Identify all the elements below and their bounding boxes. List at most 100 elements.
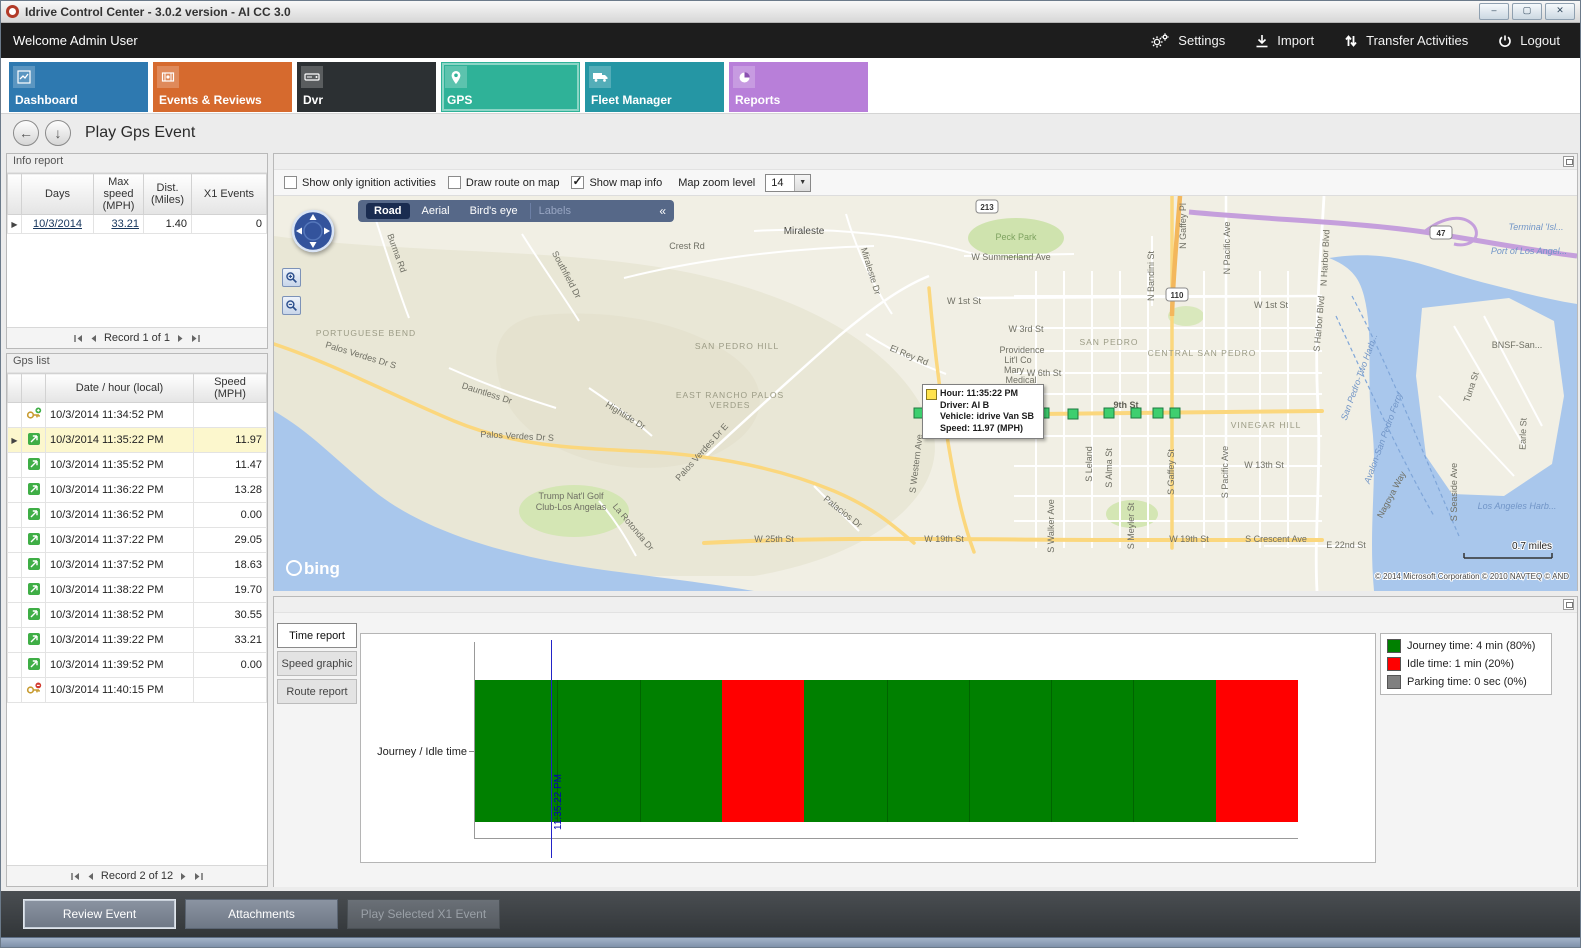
gps-list-row[interactable]: 10/3/2014 11:34:52 PM (8, 403, 267, 428)
gps-date-cell: 10/3/2014 11:37:52 PM (46, 553, 194, 578)
nav-tab-gps[interactable]: GPS (441, 62, 580, 112)
gps-point-marker[interactable] (1170, 408, 1180, 418)
close-button[interactable]: ✕ (1545, 3, 1575, 20)
window-controls: – ▢ ✕ (1479, 3, 1575, 20)
gps-list-row[interactable]: 10/3/2014 11:36:52 PM0.00 (8, 503, 267, 528)
gps-point-marker[interactable] (1104, 408, 1114, 418)
map-style-bird-s-eye[interactable]: Bird's eye (462, 203, 526, 219)
time-marker-line[interactable] (551, 640, 552, 858)
minimize-button[interactable]: – (1479, 3, 1509, 20)
panel-maximize-button[interactable] (1563, 599, 1574, 610)
map-label: S Seaside Ave (1449, 463, 1459, 521)
map-zoom-out-button[interactable] (282, 296, 301, 315)
point-icon (22, 653, 46, 678)
gps-point-marker[interactable] (1131, 408, 1141, 418)
gps-list-row[interactable]: 10/3/2014 11:39:22 PM33.21 (8, 628, 267, 653)
play-selected-x1-event-button[interactable]: Play Selected X1 Event (347, 899, 500, 929)
pager-last-button[interactable] (191, 334, 200, 343)
checkbox-show-only-ignition-activities[interactable]: Show only ignition activities (284, 176, 436, 189)
gps-list-row[interactable]: 10/3/2014 11:37:22 PM29.05 (8, 528, 267, 553)
gps-point-marker[interactable] (1153, 408, 1163, 418)
column-header-max-speed[interactable]: Max speed (MPH) (94, 174, 144, 215)
map-canvas[interactable]: MiralestePeck ParkW Summerland AveCrest … (274, 196, 1577, 591)
maximize-button[interactable]: ▢ (1512, 3, 1542, 20)
pager-prev-button[interactable] (90, 334, 97, 343)
gps-date-cell: 10/3/2014 11:36:52 PM (46, 503, 194, 528)
map-style-road[interactable]: Road (366, 203, 410, 219)
gps-list-row[interactable]: 10/3/2014 11:38:52 PM30.55 (8, 603, 267, 628)
svg-text:213: 213 (980, 203, 994, 212)
gps-list-row[interactable]: 10/3/2014 11:39:52 PM0.00 (8, 653, 267, 678)
attachments-button[interactable]: Attachments (185, 899, 338, 929)
checkbox-box[interactable] (284, 176, 297, 189)
days-cell[interactable]: 10/3/2014 (22, 215, 94, 234)
gps-list-title: Gps list (7, 354, 267, 373)
dropdown-arrow-icon[interactable]: ▼ (794, 175, 810, 191)
selected-gps-marker[interactable] (926, 389, 937, 400)
column-header-speed[interactable]: Speed (MPH) (194, 374, 267, 403)
map-panel-strip (274, 154, 1577, 170)
gps-speed-cell: 11.97 (194, 428, 267, 453)
nav-tab-dvr[interactable]: Dvr (297, 62, 436, 112)
gps-list-row[interactable]: 10/3/2014 11:35:52 PM11.47 (8, 453, 267, 478)
gears-icon (1150, 33, 1170, 48)
gps-list-row[interactable]: 10/3/2014 11:37:52 PM18.63 (8, 553, 267, 578)
panel-maximize-button[interactable] (1563, 156, 1574, 167)
map-zoom-in-button[interactable] (282, 268, 301, 287)
checkbox-show-map-info[interactable]: Show map info (571, 176, 662, 189)
map-style-aerial[interactable]: Aerial (414, 203, 458, 219)
gps-point-marker[interactable] (1068, 409, 1078, 419)
chart-tab-time-report[interactable]: Time report (277, 623, 357, 648)
menu-item-settings[interactable]: Settings (1150, 33, 1225, 48)
title-bar[interactable]: Idrive Control Center - 3.0.2 version - … (1, 1, 1580, 23)
pager-last-button[interactable] (194, 872, 203, 881)
checkbox-box[interactable] (571, 176, 584, 189)
map-label: EAST RANCHO PALOS (676, 390, 784, 400)
pager-next-button[interactable] (177, 334, 184, 343)
nav-tab-fleet-manager[interactable]: Fleet Manager (585, 62, 724, 112)
row-selector (8, 578, 22, 603)
menu-item-logout[interactable]: Logout (1498, 33, 1560, 48)
column-header-days[interactable]: Days (22, 174, 94, 215)
map-label: W 1st St (947, 296, 982, 306)
map-label: Los Angeles Harb... (1478, 501, 1557, 511)
review-event-button[interactable]: Review Event (23, 899, 176, 929)
menu-item-transfer-activities[interactable]: Transfer Activities (1344, 33, 1468, 48)
point-icon (22, 453, 46, 478)
nav-tab-reports[interactable]: Reports (729, 62, 868, 112)
app-header: Welcome Admin User SettingsImportTransfe… (1, 23, 1580, 58)
gps-speed-cell: 0.00 (194, 653, 267, 678)
gps-list-row[interactable]: 10/3/2014 11:38:22 PM19.70 (8, 578, 267, 603)
map-style-collapse-button[interactable]: « (659, 204, 666, 218)
map-compass-control[interactable] (290, 208, 336, 254)
gps-list-row[interactable]: 10/3/2014 11:40:15 PM (8, 678, 267, 703)
menu-item-label: Settings (1178, 33, 1225, 48)
gps-list-row[interactable]: ▶10/3/2014 11:35:22 PM11.97 (8, 428, 267, 453)
gps-table-body: 10/3/2014 11:34:52 PM▶10/3/2014 11:35:22… (8, 403, 267, 703)
menu-item-import[interactable]: Import (1255, 33, 1314, 48)
column-header-x1-events[interactable]: X1 Events (192, 174, 267, 215)
column-header-dist[interactable]: Dist. (Miles) (144, 174, 192, 215)
checkbox-draw-route-on-map[interactable]: Draw route on map (448, 176, 560, 189)
info-report-row[interactable]: ▶ 10/3/2014 33.21 1.40 0 (8, 215, 267, 234)
map-style-labels[interactable]: Labels (530, 203, 579, 219)
tooltip-vehicle: Vehicle: idrive Van SB (940, 411, 1039, 423)
back-button[interactable]: ← (13, 120, 39, 146)
column-header-date[interactable]: Date / hour (local) (46, 374, 194, 403)
nav-tab-dashboard[interactable]: Dashboard (9, 62, 148, 112)
nav-tab-events-reviews[interactable]: Events & Reviews (153, 62, 292, 112)
checkbox-box[interactable] (448, 176, 461, 189)
gps-list-row[interactable]: 10/3/2014 11:36:22 PM13.28 (8, 478, 267, 503)
pager-next-button[interactable] (180, 872, 187, 881)
power-icon (1498, 34, 1512, 48)
pager-first-button[interactable] (74, 334, 83, 343)
pager-first-button[interactable] (71, 872, 80, 881)
map-zoom-select[interactable]: 14 ▼ (765, 174, 811, 192)
chart-tab-speed-graphic[interactable]: Speed graphic (277, 651, 357, 676)
info-report-pager: Record 1 of 1 (7, 327, 267, 348)
max-speed-cell[interactable]: 33.21 (94, 215, 144, 234)
pager-prev-button[interactable] (87, 872, 94, 881)
row-selector (8, 478, 22, 503)
chart-tab-route-report[interactable]: Route report (277, 679, 357, 704)
down-button[interactable]: ↓ (45, 120, 71, 146)
